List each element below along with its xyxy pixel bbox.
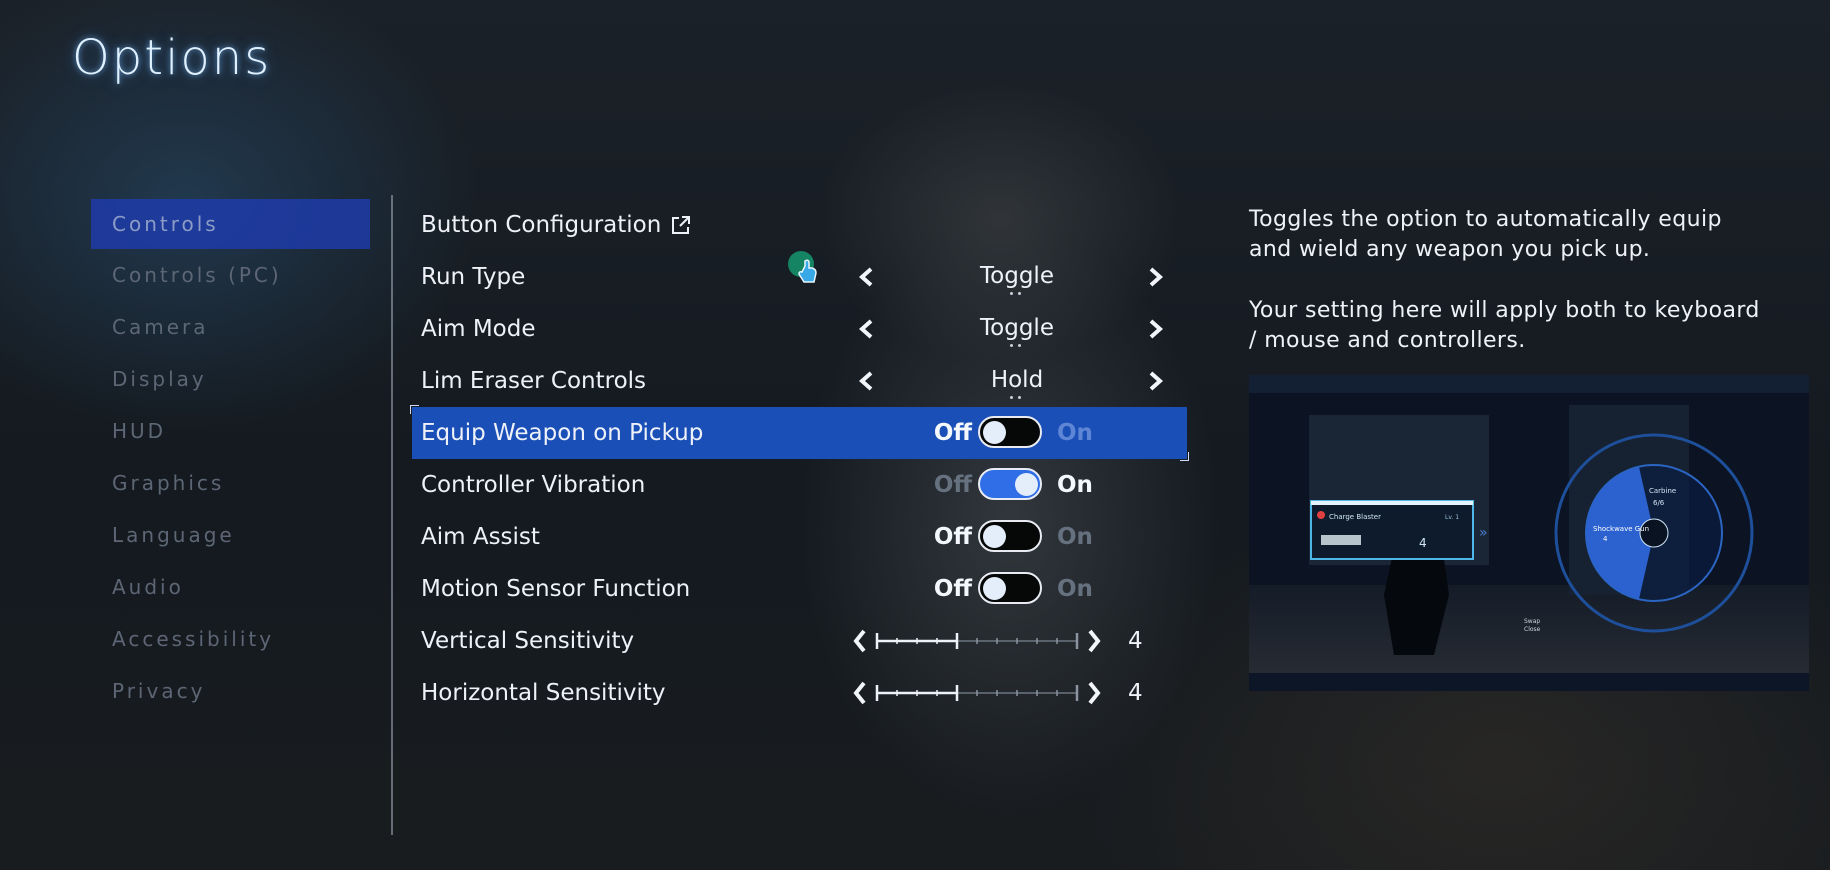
toggle-switch[interactable] <box>978 520 1042 552</box>
setting-row-aim-assist[interactable]: Aim Assist Off On <box>412 511 1187 563</box>
chevron-right-icon[interactable] <box>1144 370 1166 392</box>
preview-swap-label: Swap <box>1524 618 1540 625</box>
setting-label: Lim Eraser Controls <box>421 368 647 394</box>
category-accessibility[interactable]: Accessibility <box>91 613 370 665</box>
setting-row-controller-vibration[interactable]: Controller Vibration Off On <box>412 459 1187 511</box>
sensitivity-slider[interactable] <box>852 678 1132 708</box>
setting-label: Aim Assist <box>421 524 540 550</box>
toggle-knob <box>983 577 1006 600</box>
slider-value: 4 <box>1128 680 1143 706</box>
chevron-right-icon <box>1088 681 1101 705</box>
preview-wheel-left: Shockwave Gun <box>1593 525 1649 533</box>
setting-label: Motion Sensor Function <box>421 576 691 602</box>
category-controls-pc[interactable]: Controls (PC) <box>91 249 370 301</box>
chevron-left-icon <box>853 629 866 653</box>
toggle-switch[interactable] <box>978 416 1042 448</box>
preview-close-label: Close <box>1524 626 1541 633</box>
setting-row-horizontal-sensitivity[interactable]: Horizontal Sensitivity 4 <box>412 667 1187 719</box>
preview-weapon-name: Charge Blaster <box>1329 513 1381 521</box>
option-dots <box>1010 396 1024 400</box>
setting-label: Horizontal Sensitivity <box>421 680 666 706</box>
setting-description: Toggles the option to automatically equi… <box>1249 205 1769 387</box>
chevron-left-icon[interactable] <box>856 318 878 340</box>
description-text: Toggles the option to automatically equi… <box>1249 207 1722 262</box>
preview-image: Charge Blaster Lv. 1 4 » Carbine 6/6 Sho… <box>1249 375 1809 691</box>
category-display[interactable]: Display <box>91 353 370 405</box>
toggle-off-label: Off <box>933 524 972 550</box>
toggle-knob <box>983 525 1006 548</box>
chevron-right-icon[interactable] <box>1144 266 1166 288</box>
setting-row-vertical-sensitivity[interactable]: Vertical Sensitivity 4 <box>412 615 1187 667</box>
preview-scene: Charge Blaster Lv. 1 4 » Carbine 6/6 Sho… <box>1249 375 1809 691</box>
category-camera[interactable]: Camera <box>91 301 370 353</box>
category-hud[interactable]: HUD <box>91 405 370 457</box>
toggle-off-label: Off <box>933 420 972 446</box>
preview-wheel-top-ammo: 6/6 <box>1653 499 1665 507</box>
setting-label: Controller Vibration <box>421 472 646 498</box>
toggle-switch[interactable] <box>978 468 1042 500</box>
option-dots <box>1010 292 1024 296</box>
toggle-on-label: On <box>1057 420 1093 446</box>
setting-label: Vertical Sensitivity <box>421 628 635 654</box>
chevron-right-icon[interactable] <box>1144 318 1166 340</box>
chevron-left-icon <box>853 681 866 705</box>
toggle-knob <box>1015 473 1038 496</box>
external-link-icon <box>672 216 690 234</box>
setting-row-button-configuration[interactable]: Button Configuration <box>412 199 1187 251</box>
chevron-right-icon <box>1088 629 1101 653</box>
preview-arrow-icon: » <box>1479 525 1488 541</box>
category-language[interactable]: Language <box>91 509 370 561</box>
category-audio[interactable]: Audio <box>91 561 370 613</box>
setting-label: Aim Mode <box>421 316 536 342</box>
slider-value: 4 <box>1128 628 1143 654</box>
category-sidebar: Controls Controls (PC) Camera Display HU… <box>91 199 370 717</box>
category-controls[interactable]: Controls <box>91 199 370 249</box>
preview-weapon-level: Lv. 1 <box>1445 514 1459 521</box>
setting-label: Button Configuration <box>421 212 662 238</box>
toggle-on-label: On <box>1057 524 1093 550</box>
preview-wheel-top: Carbine <box>1649 487 1676 495</box>
setting-row-aim-mode[interactable]: Aim Mode Toggle <box>412 303 1187 355</box>
description-text: Your setting here will apply both to key… <box>1249 298 1760 353</box>
toggle-knob <box>983 421 1006 444</box>
toggle-on-label: On <box>1057 472 1093 498</box>
setting-row-motion-sensor-function[interactable]: Motion Sensor Function Off On <box>412 563 1187 615</box>
option-dots <box>1010 344 1024 348</box>
page-title: Options <box>72 30 272 86</box>
setting-label: Run Type <box>421 264 526 290</box>
category-graphics[interactable]: Graphics <box>91 457 370 509</box>
panel-divider <box>391 195 393 835</box>
category-privacy[interactable]: Privacy <box>91 665 370 717</box>
toggle-off-label: Off <box>933 576 972 602</box>
chevron-left-icon[interactable] <box>856 266 878 288</box>
toggle-on-label: On <box>1057 576 1093 602</box>
setting-label: Equip Weapon on Pickup <box>421 420 704 446</box>
setting-row-equip-weapon-on-pickup[interactable]: Equip Weapon on Pickup Off On <box>410 405 1189 461</box>
preview-wheel-left-ammo: 4 <box>1603 535 1608 543</box>
sensitivity-slider[interactable] <box>852 626 1132 656</box>
hand-cursor-icon <box>788 251 817 283</box>
toggle-off-label: Off <box>933 472 972 498</box>
preview-slot-count: 4 <box>1419 536 1427 550</box>
setting-row-lim-eraser-controls[interactable]: Lim Eraser Controls Hold <box>412 355 1187 407</box>
toggle-switch[interactable] <box>978 572 1042 604</box>
chevron-left-icon[interactable] <box>856 370 878 392</box>
